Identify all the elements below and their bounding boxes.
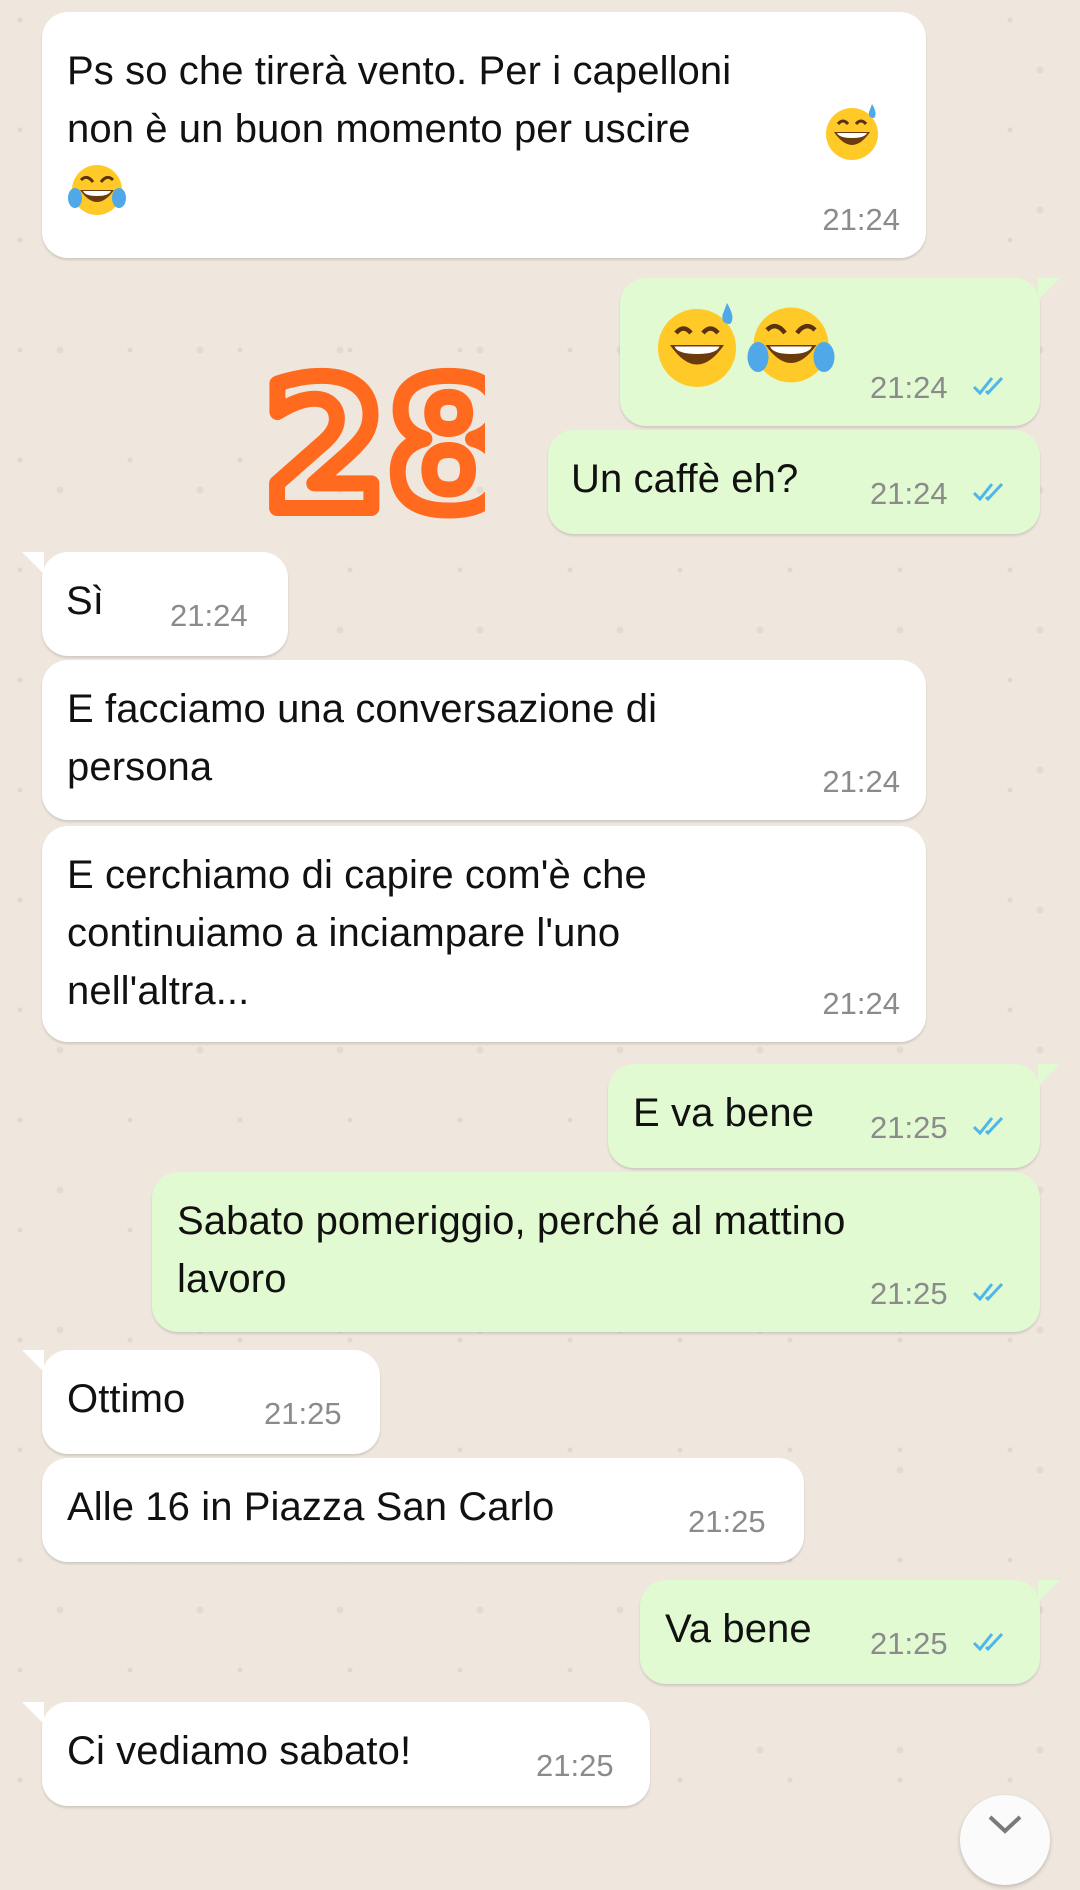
message-text: E cerchiamo di capire com'è che continui… xyxy=(67,853,647,1013)
bubble-tail xyxy=(1038,1064,1060,1086)
message-time: 21:25 xyxy=(870,1626,948,1661)
message-time: 21:24 xyxy=(822,986,900,1021)
double-check-icon xyxy=(972,376,1004,396)
sticker-28: 28 xyxy=(255,335,485,530)
tears-of-joy-emoji xyxy=(747,307,835,383)
message-text: Ps so che tirerà vento. Per i capelloni … xyxy=(67,49,732,151)
message-text: E facciamo una conversazione di persona xyxy=(67,687,658,789)
double-check-icon xyxy=(972,482,1004,502)
message-bubble-incoming[interactable]: Ottimo 21:25 xyxy=(42,1350,380,1454)
message-text: Alle 16 in Piazza San Carlo xyxy=(67,1485,555,1529)
double-check-icon xyxy=(972,1632,1004,1652)
message-text: Va bene xyxy=(665,1607,812,1651)
bubble-tail xyxy=(22,1702,44,1724)
message-bubble-outgoing[interactable]: Va bene 21:25 xyxy=(640,1580,1040,1684)
grinning-sweat-emoji xyxy=(826,104,878,160)
double-check-icon xyxy=(972,1116,1004,1136)
message-bubble-outgoing[interactable]: Un caffè eh? 21:24 xyxy=(548,430,1040,534)
message-bubble-incoming[interactable]: Ps so che tirerà vento. Per i capelloni … xyxy=(42,12,926,258)
message-time: 21:25 xyxy=(536,1748,614,1783)
message-time: 21:25 xyxy=(264,1396,342,1431)
message-time: 21:24 xyxy=(170,598,248,633)
message-bubble-outgoing[interactable]: Sabato pomeriggio, perché al mattino lav… xyxy=(152,1172,1040,1332)
message-bubble-incoming[interactable]: Sì 21:24 xyxy=(42,552,288,656)
message-text: Ci vediamo sabato! xyxy=(67,1729,412,1773)
message-time: 21:24 xyxy=(870,370,948,405)
message-time: 21:25 xyxy=(688,1504,766,1539)
bubble-tail xyxy=(22,1350,44,1372)
message-bubble-outgoing[interactable]: 21:24 xyxy=(620,278,1040,426)
message-bubble-incoming[interactable]: Alle 16 in Piazza San Carlo 21:25 xyxy=(42,1458,804,1562)
message-time: 21:24 xyxy=(870,476,948,511)
message-bubble-incoming[interactable]: E facciamo una conversazione di persona … xyxy=(42,660,926,820)
message-time: 21:25 xyxy=(870,1110,948,1145)
scroll-to-bottom-button[interactable] xyxy=(960,1795,1050,1885)
message-bubble-incoming[interactable]: Ci vediamo sabato! 21:25 xyxy=(42,1702,650,1806)
bubble-tail xyxy=(22,552,44,574)
message-time: 21:24 xyxy=(822,202,900,237)
double-check-icon xyxy=(972,1282,1004,1302)
bubble-tail xyxy=(1038,278,1060,300)
message-bubble-outgoing[interactable]: E va bene 21:25 xyxy=(608,1064,1040,1168)
tears-of-joy-emoji xyxy=(68,165,126,215)
message-time: 21:25 xyxy=(870,1276,948,1311)
message-bubble-incoming[interactable]: E cerchiamo di capire com'è che continui… xyxy=(42,826,926,1042)
message-text: E va bene xyxy=(633,1091,815,1135)
chevron-down-icon xyxy=(988,1815,1022,1834)
message-text: Ottimo xyxy=(67,1377,186,1421)
chat-area[interactable]: Ps so che tirerà vento. Per i capelloni … xyxy=(0,0,1080,1830)
bubble-tail xyxy=(1038,1580,1060,1602)
message-text: Un caffè eh? xyxy=(571,457,799,501)
message-time: 21:24 xyxy=(822,764,900,799)
grinning-sweat-emoji xyxy=(658,303,736,387)
sticker-label: 28 xyxy=(263,343,485,530)
message-text: Sì xyxy=(66,579,104,623)
